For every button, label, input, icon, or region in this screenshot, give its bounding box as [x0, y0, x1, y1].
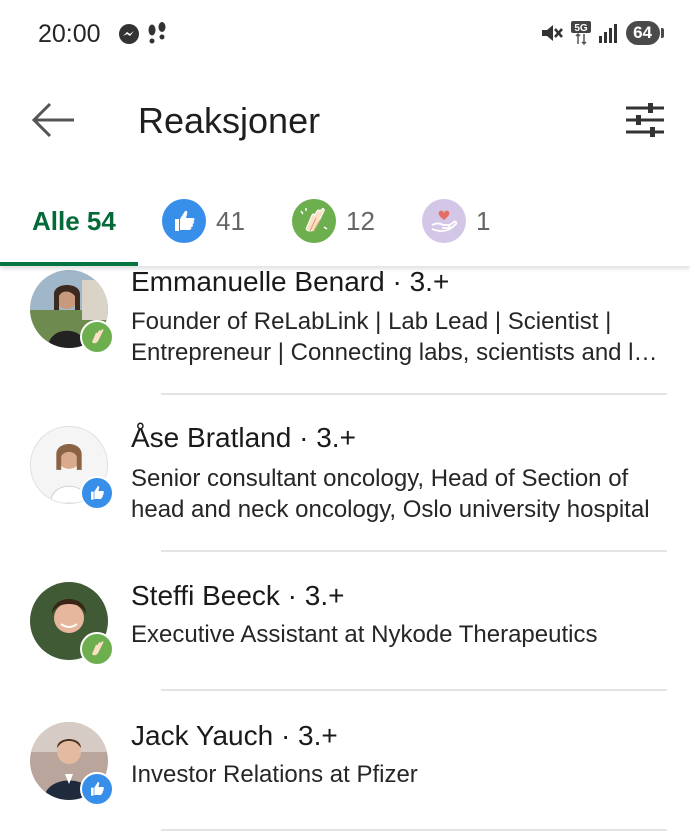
- tab-like[interactable]: 41: [162, 180, 245, 262]
- list-item[interactable]: Emmanuelle Benard · 3.+ Founder of ReLab…: [0, 266, 690, 395]
- app-bar: Reaksjoner: [0, 70, 690, 170]
- celebrate-icon: [80, 320, 114, 354]
- 5g-icon: 5G: [571, 21, 592, 46]
- avatar: [30, 426, 114, 510]
- tab-support[interactable]: 1: [422, 180, 490, 262]
- connection-degree: · 3.+: [384, 266, 450, 297]
- person-headline: Founder of ReLabLink | Lab Lead | Scient…: [131, 308, 661, 366]
- person-name: Steffi Beeck: [131, 580, 280, 611]
- connection-degree: · 3.+: [273, 720, 338, 751]
- connection-degree: · 3.+: [291, 422, 356, 453]
- celebrate-icon: [292, 199, 336, 243]
- arrow-left-icon: [31, 102, 74, 138]
- svg-text:5G: 5G: [574, 23, 588, 34]
- person-name: Emmanuelle Benard: [131, 266, 385, 297]
- messenger-icon: [119, 24, 139, 44]
- person-name-line: Emmanuelle Benard · 3.+: [131, 266, 449, 298]
- status-right-icons: 5G 64: [538, 20, 664, 46]
- person-headline: Senior consultant oncology, Head of Sect…: [131, 465, 650, 523]
- like-icon: [162, 199, 206, 243]
- person-name: Jack Yauch: [131, 720, 274, 751]
- tab-support-count: 1: [476, 205, 491, 236]
- like-icon: [80, 476, 114, 510]
- avatar: [30, 722, 114, 806]
- person-headline: Investor Relations at Pfizer: [131, 761, 418, 788]
- tab-all-label: Alle 54: [32, 205, 116, 236]
- like-icon: [80, 772, 114, 806]
- mute-vibrate-icon: [542, 25, 564, 41]
- tab-all[interactable]: Alle 54: [32, 180, 116, 262]
- reaction-tabs: Alle 54 41 12 1: [0, 180, 690, 266]
- back-button[interactable]: [26, 96, 80, 144]
- status-notification-icons: [118, 22, 168, 46]
- tab-like-count: 41: [216, 205, 245, 236]
- avatar: [30, 270, 114, 354]
- person-name-line: Jack Yauch · 3.+: [131, 720, 338, 752]
- status-bar: 20:00 5G 64: [0, 0, 690, 70]
- sliders-icon: [626, 103, 664, 137]
- list-item[interactable]: Jack Yauch · 3.+ Investor Relations at P…: [0, 691, 690, 831]
- list-item[interactable]: Åse Bratland · 3.+ Senior consultant onc…: [0, 395, 690, 551]
- person-name: Åse Bratland: [131, 422, 292, 453]
- page-title: Reaksjoner: [138, 100, 321, 141]
- active-tab-indicator: [0, 262, 138, 266]
- support-icon: [422, 199, 466, 243]
- connection-degree: · 3.+: [279, 580, 345, 611]
- signal-icon: [599, 24, 618, 43]
- tab-celebrate-count: 12: [346, 205, 375, 236]
- celebrate-icon: [80, 632, 114, 666]
- filter-button[interactable]: [622, 98, 668, 142]
- battery-indicator: 64: [626, 21, 664, 45]
- footsteps-icon: [148, 22, 166, 44]
- status-time: 20:00: [38, 20, 101, 48]
- person-name-line: Åse Bratland · 3.+: [131, 422, 356, 454]
- person-headline: Executive Assistant at Nykode Therapeuti…: [131, 621, 598, 648]
- avatar: [30, 582, 114, 666]
- person-name-line: Steffi Beeck · 3.+: [131, 580, 345, 612]
- tab-celebrate[interactable]: 12: [292, 180, 375, 262]
- list-item[interactable]: Steffi Beeck · 3.+ Executive Assistant a…: [0, 552, 690, 691]
